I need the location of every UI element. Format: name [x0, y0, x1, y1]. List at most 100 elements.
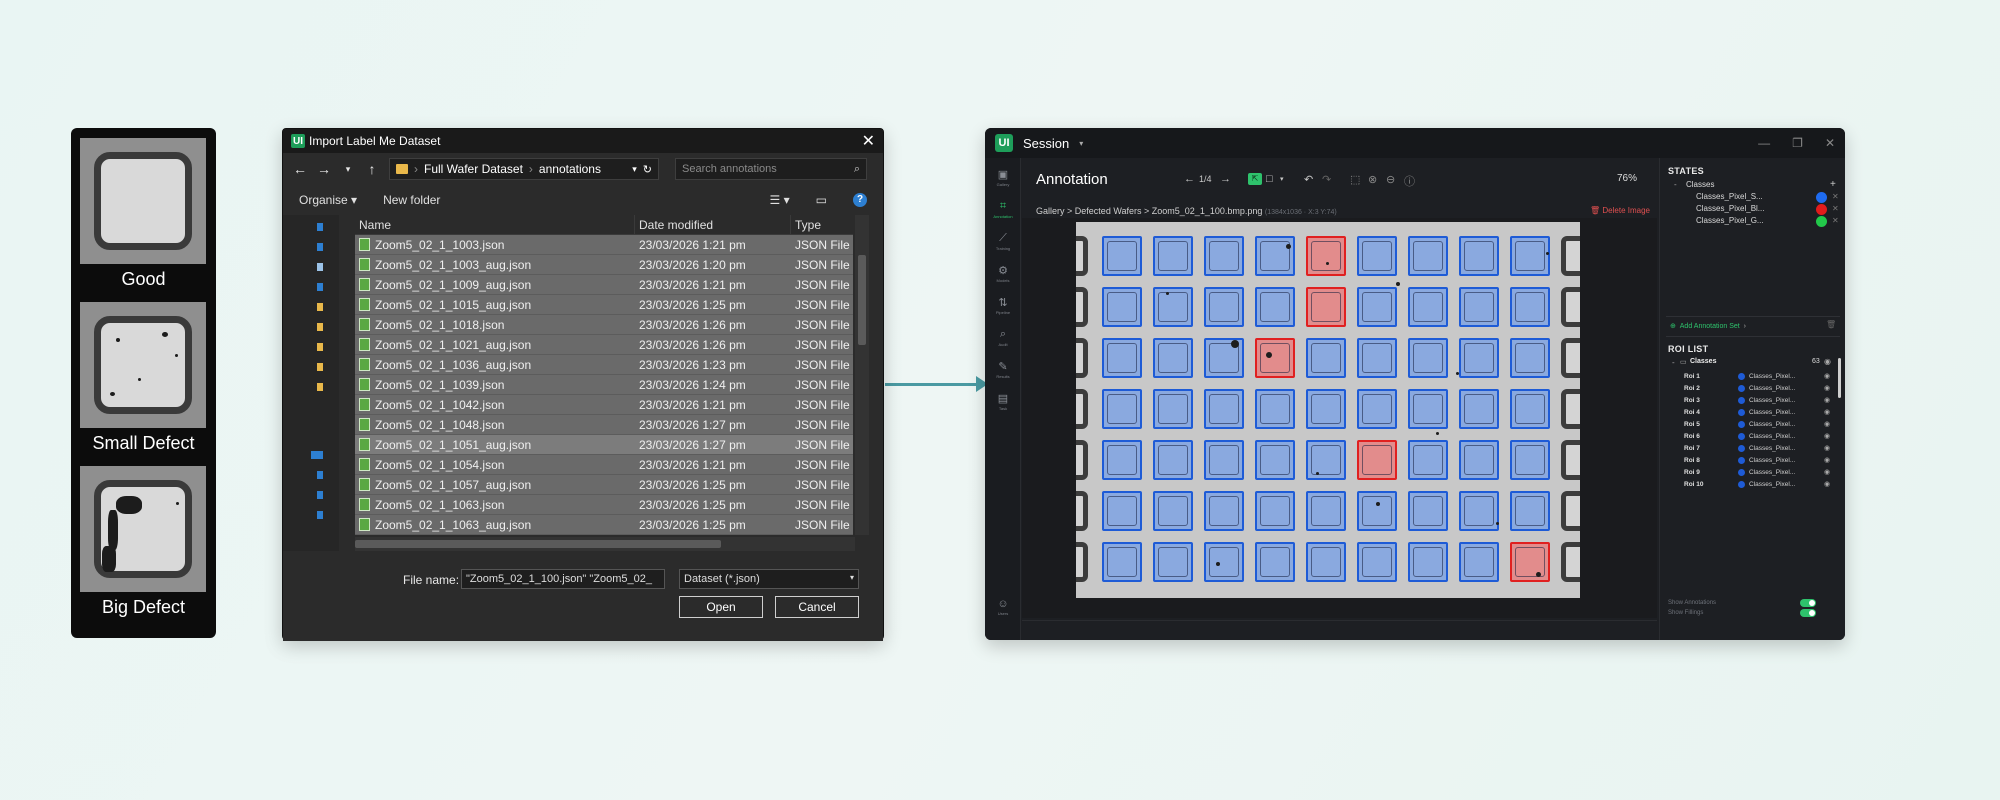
column-header-type[interactable]: Type [791, 215, 851, 235]
remove-icon[interactable]: ✕ [1832, 204, 1839, 213]
roi-box[interactable] [1510, 440, 1550, 480]
help-icon[interactable]: ? [853, 193, 867, 207]
eye-icon[interactable]: ◉ [1824, 480, 1830, 488]
file-row[interactable]: Zoom5_02_1_1054.json 23/03/2026 1:21 pm JS… [355, 455, 853, 475]
roi-box-defect[interactable] [1357, 440, 1397, 480]
rail-pipeline[interactable]: ⇅ Pipeline [989, 296, 1017, 315]
roi-box[interactable] [1153, 389, 1193, 429]
rectangle-tool-icon[interactable]: □ [1266, 173, 1273, 185]
crumb-dataset[interactable]: Defected Wafers [1075, 206, 1142, 216]
image-canvas[interactable] [1022, 218, 1657, 618]
view-options-icon[interactable]: ☰ ▾ [770, 193, 790, 207]
roi-box[interactable] [1510, 338, 1550, 378]
roi-box[interactable] [1408, 389, 1448, 429]
tree-item-icon[interactable] [317, 263, 323, 271]
roi-box[interactable] [1408, 338, 1448, 378]
roi-box[interactable] [1357, 338, 1397, 378]
chevron-down-icon[interactable]: ▾ [1280, 175, 1284, 183]
file-row[interactable]: Zoom5_02_1_1051_aug.json 23/03/2026 1:27 … [355, 435, 853, 455]
filetype-select[interactable]: Dataset (*.json) ▾ [679, 569, 859, 589]
roi-row[interactable]: Roi 10 Classes_Pixel... ◉ [1684, 478, 1842, 493]
clear-icon[interactable]: ⊗ [1368, 173, 1377, 186]
back-icon[interactable]: ← [293, 161, 307, 177]
eye-icon[interactable]: ◉ [1824, 420, 1830, 428]
roi-box[interactable] [1408, 236, 1448, 276]
tree-item-icon[interactable] [317, 471, 323, 479]
roi-box-defect[interactable] [1255, 338, 1295, 378]
undo-icon[interactable]: ↶ [1304, 173, 1313, 186]
roi-box[interactable] [1306, 440, 1346, 480]
add-icon[interactable]: + [1830, 179, 1836, 190]
eye-icon[interactable]: ◉ [1824, 396, 1830, 404]
rail-models[interactable]: ⚙ Models [989, 264, 1017, 283]
horizontal-scrollbar[interactable] [355, 537, 855, 551]
roi-box[interactable] [1306, 338, 1346, 378]
eye-icon[interactable]: ◉ [1824, 444, 1830, 452]
roi-box[interactable] [1153, 338, 1193, 378]
crumb-gallery[interactable]: Gallery [1036, 206, 1065, 216]
column-header-date[interactable]: Date modified [635, 214, 791, 235]
preview-pane-icon[interactable]: ▭ [816, 193, 827, 207]
file-row[interactable]: Zoom5_02_1_1003.json 23/03/2026 1:21 pm JS… [355, 235, 853, 255]
roi-box[interactable] [1102, 542, 1142, 582]
eye-icon[interactable]: ◉ [1824, 372, 1830, 380]
collapse-icon[interactable]: - [1672, 358, 1675, 367]
column-header-name[interactable]: Name [355, 214, 635, 235]
roi-box[interactable] [1459, 542, 1499, 582]
eye-icon[interactable]: ◉ [1824, 456, 1830, 464]
tree-item-icon[interactable] [317, 283, 323, 291]
file-row[interactable]: Zoom5_02_1_1036_aug.json 23/03/2026 1:23 … [355, 355, 853, 375]
roi-box[interactable] [1255, 491, 1295, 531]
roi-box[interactable] [1102, 236, 1142, 276]
roi-box-defect[interactable] [1306, 287, 1346, 327]
state-color-dot[interactable] [1816, 204, 1827, 215]
eye-icon[interactable]: ◉ [1824, 384, 1830, 392]
file-row[interactable]: Zoom5_02_1_1009_aug.json 23/03/2026 1:21 … [355, 275, 853, 295]
roi-box[interactable] [1510, 491, 1550, 531]
minimize-icon[interactable]: — [1758, 136, 1770, 150]
roi-box[interactable] [1306, 389, 1346, 429]
roi-box[interactable] [1153, 491, 1193, 531]
show-annotations-toggle[interactable] [1800, 599, 1816, 607]
roi-group[interactable]: Classes [1690, 358, 1716, 365]
info-icon[interactable]: ⓘ [1404, 173, 1415, 189]
navigation-pane[interactable] [283, 215, 339, 551]
fit-icon[interactable]: ⬚ [1350, 173, 1360, 186]
states-group[interactable]: Classes [1686, 180, 1714, 189]
maximize-icon[interactable]: ❐ [1792, 136, 1803, 150]
tree-item-icon[interactable] [317, 243, 323, 251]
file-row[interactable]: Zoom5_02_1_1039.json 23/03/2026 1:24 pm JS… [355, 375, 853, 395]
tree-item-icon[interactable] [317, 343, 323, 351]
roi-box[interactable] [1204, 236, 1244, 276]
file-row[interactable]: Zoom5_02_1_1042.json 23/03/2026 1:21 pm JS… [355, 395, 853, 415]
vertical-scrollbar[interactable] [855, 215, 869, 535]
delete-image-button[interactable]: 🗑 Delete Image [1590, 206, 1650, 215]
roi-box[interactable] [1459, 338, 1499, 378]
roi-box[interactable] [1357, 491, 1397, 531]
file-row[interactable]: Zoom5_02_1_1018.json 23/03/2026 1:26 pm JS… [355, 315, 853, 335]
roi-box[interactable] [1255, 236, 1295, 276]
eye-icon[interactable]: ◉ [1824, 408, 1830, 416]
rail-results[interactable]: ✎ Results [989, 360, 1017, 379]
file-row[interactable]: Zoom5_02_1_1048.json 23/03/2026 1:27 pm JS… [355, 415, 853, 435]
roi-box[interactable] [1357, 542, 1397, 582]
path-segment[interactable]: Full Wafer Dataset [424, 162, 523, 176]
tree-item-icon[interactable] [311, 451, 323, 459]
close-icon[interactable]: ✕ [862, 131, 875, 151]
roi-box[interactable] [1255, 542, 1295, 582]
roi-box[interactable] [1408, 542, 1448, 582]
roi-box[interactable] [1153, 287, 1193, 327]
prev-image-icon[interactable]: ← [1184, 173, 1195, 185]
roi-box[interactable] [1102, 491, 1142, 531]
forward-icon[interactable]: → [317, 161, 331, 177]
roi-box[interactable] [1255, 440, 1295, 480]
new-folder-button[interactable]: New folder [383, 193, 440, 207]
roi-box[interactable] [1408, 491, 1448, 531]
file-row[interactable]: Zoom5_02_1_1057_aug.json 23/03/2026 1:25 … [355, 475, 853, 495]
select-tool-icon[interactable]: ⇱ [1248, 173, 1262, 185]
rail-task[interactable]: ▤ Task [989, 392, 1017, 411]
tree-item-icon[interactable] [317, 511, 323, 519]
roi-box[interactable] [1204, 440, 1244, 480]
file-row[interactable]: Zoom5_02_1_1003_aug.json 23/03/2026 1:20 … [355, 255, 853, 275]
refresh-icon[interactable]: ↻ [643, 163, 652, 176]
